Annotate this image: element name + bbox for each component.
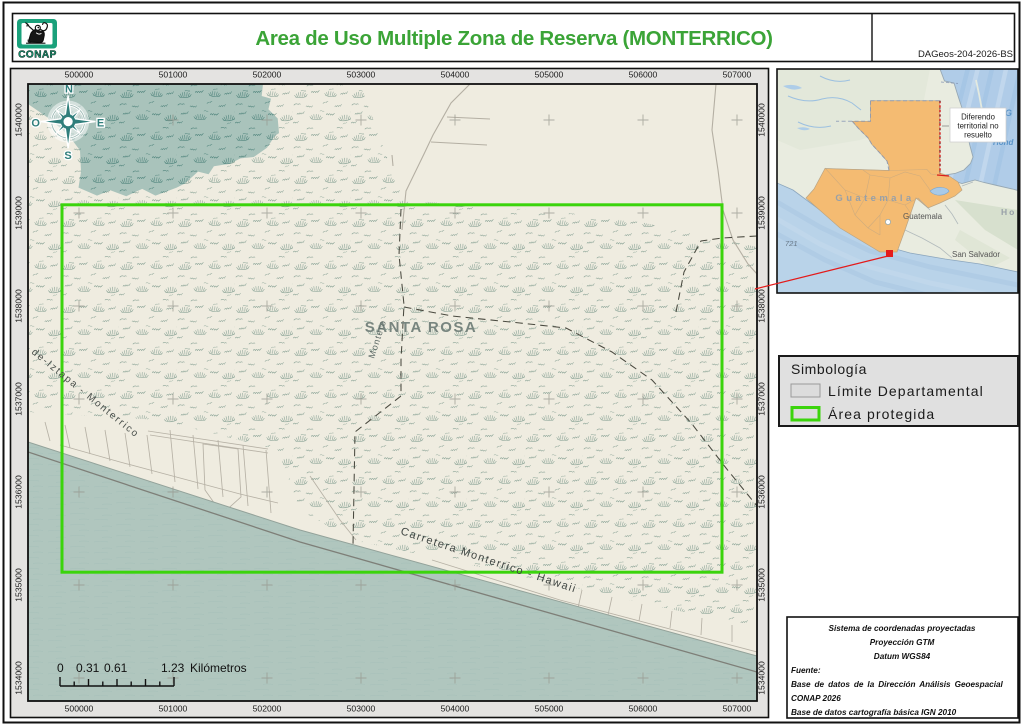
svg-text:506000: 506000 (629, 704, 658, 714)
svg-text:E: E (97, 117, 104, 129)
svg-text:DAGeos-204-2026-BS: DAGeos-204-2026-BS (918, 49, 1013, 60)
svg-text:Kilómetros: Kilómetros (190, 661, 247, 675)
svg-text:501000: 501000 (159, 704, 188, 714)
svg-text:0: 0 (57, 661, 64, 675)
svg-text:O: O (31, 118, 40, 130)
svg-text:Fuente:: Fuente: (791, 666, 821, 675)
svg-text:Base de datos de la Dirección: Base de datos de la Dirección Análisis G… (791, 680, 1004, 689)
svg-text:1535000: 1535000 (757, 568, 767, 602)
svg-text:Area de Uso Multiple Zona de R: Area de Uso Multiple Zona de Reserva (MO… (255, 27, 772, 50)
svg-text:CONAP 2026: CONAP 2026 (791, 694, 841, 703)
svg-text:0.31: 0.31 (76, 661, 100, 675)
svg-text:503000: 503000 (347, 70, 376, 80)
svg-text:1538000: 1538000 (14, 289, 24, 323)
svg-text:500000: 500000 (65, 70, 94, 80)
svg-text:Ho: Ho (1001, 207, 1016, 217)
svg-text:Simbología: Simbología (791, 361, 867, 377)
svg-text:1538000: 1538000 (757, 289, 767, 323)
svg-text:506000: 506000 (629, 70, 658, 80)
svg-text:504000: 504000 (441, 704, 470, 714)
svg-text:1540000: 1540000 (757, 103, 767, 137)
svg-text:1.23: 1.23 (161, 661, 185, 675)
svg-text:1535000: 1535000 (14, 568, 24, 602)
svg-text:CONAP: CONAP (18, 50, 57, 61)
svg-text:Guatemala: Guatemala (903, 212, 943, 221)
svg-text:Sistema de coordenadas proyect: Sistema de coordenadas proyectadas (829, 624, 976, 633)
svg-text:Base de datos cartografía bási: Base de datos cartografía básica IGN 201… (791, 708, 957, 717)
svg-text:721: 721 (785, 239, 798, 248)
svg-text:1536000: 1536000 (14, 475, 24, 509)
svg-text:503000: 503000 (347, 704, 376, 714)
svg-text:505000: 505000 (535, 704, 564, 714)
svg-text:1534000: 1534000 (757, 661, 767, 695)
svg-text:507000: 507000 (723, 70, 752, 80)
svg-text:Proyección GTM: Proyección GTM (870, 638, 935, 647)
svg-text:1534000: 1534000 (14, 661, 24, 695)
svg-text:S: S (64, 150, 71, 162)
svg-text:1537000: 1537000 (757, 382, 767, 416)
svg-text:Límite Departamental: Límite Departamental (828, 383, 984, 399)
svg-text:1539000: 1539000 (14, 196, 24, 230)
svg-text:1537000: 1537000 (14, 382, 24, 416)
svg-text:507000: 507000 (723, 704, 752, 714)
svg-text:505000: 505000 (535, 70, 564, 80)
svg-text:Guatemala: Guatemala (835, 193, 914, 204)
svg-text:1536000: 1536000 (757, 475, 767, 509)
svg-text:502000: 502000 (253, 70, 282, 80)
svg-text:San Salvador: San Salvador (952, 250, 1000, 259)
svg-text:1539000: 1539000 (757, 196, 767, 230)
svg-text:resuelto: resuelto (964, 131, 992, 140)
svg-text:Diferendo: Diferendo (961, 113, 995, 122)
svg-text:1540000: 1540000 (14, 103, 24, 137)
svg-text:N: N (65, 84, 73, 96)
svg-text:0.61: 0.61 (104, 661, 128, 675)
svg-text:Área protegida: Área protegida (828, 406, 935, 422)
svg-text:500000: 500000 (65, 704, 94, 714)
svg-text:504000: 504000 (441, 70, 470, 80)
svg-text:502000: 502000 (253, 704, 282, 714)
svg-text:territorial no: territorial no (957, 122, 999, 131)
svg-text:501000: 501000 (159, 70, 188, 80)
svg-text:Datum WGS84: Datum WGS84 (874, 652, 931, 661)
